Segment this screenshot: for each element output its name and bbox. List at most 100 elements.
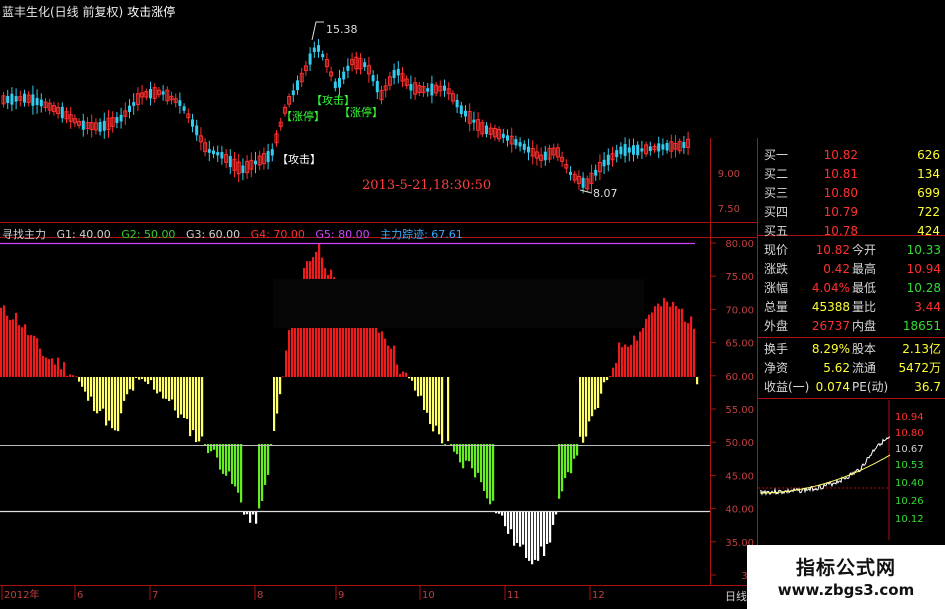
legend-track: 主力踪迹: 67.61 (380, 228, 463, 241)
indicator-bar (51, 358, 54, 377)
candle-body (182, 106, 186, 111)
indicator-bar (417, 377, 420, 397)
indicator-bar (174, 377, 177, 411)
watermark-logo: 指标公式网 www.zbgs3.com (747, 545, 945, 609)
indicator-bar (525, 511, 528, 558)
indicator-bar (531, 511, 534, 565)
candle-body (606, 154, 610, 165)
stat-row: 涨跌 0.42 最高 10.94 (758, 260, 944, 279)
indicator-bar (429, 377, 432, 425)
candle-body (128, 105, 131, 112)
time-axis-label: 9 (338, 590, 344, 601)
indicator-bar (393, 345, 396, 377)
stat-label: 最低 (852, 281, 877, 295)
candle-body (602, 159, 606, 167)
candle-body (132, 102, 136, 106)
stat-value: 5.62 (823, 361, 850, 375)
candle-body (514, 139, 518, 146)
indicator-bar (570, 444, 573, 474)
indicator-bar (54, 364, 57, 377)
candle-body (459, 105, 463, 114)
indicator-bar (150, 377, 153, 381)
indicator-bar (537, 511, 540, 561)
indicator-bar (198, 377, 201, 442)
legend-g3: G3: 60.00 (185, 228, 241, 241)
time-axis-label: 6 (77, 590, 83, 601)
indicator-bar (237, 444, 240, 493)
indicator-bar (216, 444, 219, 458)
time-axis-label: 7 (152, 590, 158, 601)
indicator-bar (171, 377, 174, 400)
candle-body (220, 152, 224, 159)
indicator-bar (132, 377, 135, 391)
candle-body (430, 83, 434, 96)
candle-body (627, 147, 631, 153)
indicator-bar (177, 377, 180, 418)
candle-body (615, 150, 619, 158)
indicator-bar (12, 319, 15, 377)
mini-average-line (760, 454, 891, 494)
indicator-bar (411, 377, 414, 381)
stat-label: 涨幅 (764, 281, 789, 295)
indicator-bar (69, 374, 72, 377)
stock-title: 蓝丰生化(日线 前复权) (2, 5, 124, 19)
indicator-bar (282, 376, 285, 378)
stat-value: 26737 (811, 319, 850, 333)
candle-body (10, 93, 14, 105)
mini-axis-tick: 10.94 (895, 412, 924, 423)
indicator-bar (48, 359, 51, 377)
mini-axis-tick: 10.26 (895, 496, 924, 507)
indicator-bar (684, 321, 687, 377)
indicator-bar (114, 377, 117, 431)
indicator-bar (9, 319, 12, 377)
indicator-bar (675, 305, 678, 377)
candle-body (102, 120, 106, 131)
indicator-bar (600, 377, 603, 394)
chart-title: 蓝丰生化(日线 前复权) 攻击涨停 (2, 3, 175, 20)
candle-body (371, 75, 375, 82)
candle-body (455, 99, 459, 108)
indicator-axis-tick: 70.00 (725, 305, 754, 316)
indicator-bar (201, 377, 204, 437)
indicator-bar (183, 377, 186, 419)
indicator-bar (24, 324, 27, 377)
stat-label: 涨跌 (764, 262, 789, 276)
candle-body (115, 117, 119, 124)
candle-body (506, 135, 509, 141)
indicator-bar (519, 511, 522, 547)
candle-body (665, 142, 669, 151)
candle-body (657, 143, 661, 152)
indicator-bar (264, 444, 267, 485)
indicator-bar (90, 377, 93, 397)
indicator-bar (693, 328, 696, 377)
indicator-bar (285, 350, 288, 377)
stat-row: 总量 45388 量比 3.44 (758, 298, 944, 317)
indicator-bar (447, 377, 450, 442)
indicator-bar (360, 323, 363, 377)
indicator-bar (480, 444, 483, 483)
stat-label: 最高 (852, 262, 877, 276)
legend-g1: G1: 40.00 (56, 228, 111, 241)
indicator-bar (465, 444, 468, 461)
candle-body (527, 146, 530, 153)
candle-body (636, 144, 640, 156)
indicator-bar (105, 377, 108, 426)
indicator-bar (471, 444, 474, 469)
indicator-bar (147, 377, 150, 385)
candle-body (392, 69, 396, 79)
stat-label: 净资 (764, 361, 789, 375)
stat-value: 10.28 (906, 281, 941, 295)
mini-axis-tick: 10.53 (895, 460, 924, 471)
bid-row: 买五 10.78 424 (758, 222, 944, 241)
indicator-bar (273, 377, 276, 431)
stat-value: 36.7 (914, 380, 941, 394)
quote-panel: 买一 10.82 626 买二 10.81 134 买三 10.80 699 买四 10.79 722… (758, 138, 944, 400)
indicator-bar (432, 377, 435, 432)
indicator-bar (549, 511, 552, 543)
bid-row: 买四 10.79 722 (758, 203, 944, 222)
indicator-bar (234, 444, 237, 487)
indicator-bar (651, 312, 654, 377)
indicator-bar (192, 377, 195, 431)
bid-price: 10.82 (823, 148, 858, 162)
indicator-bar (633, 335, 636, 377)
